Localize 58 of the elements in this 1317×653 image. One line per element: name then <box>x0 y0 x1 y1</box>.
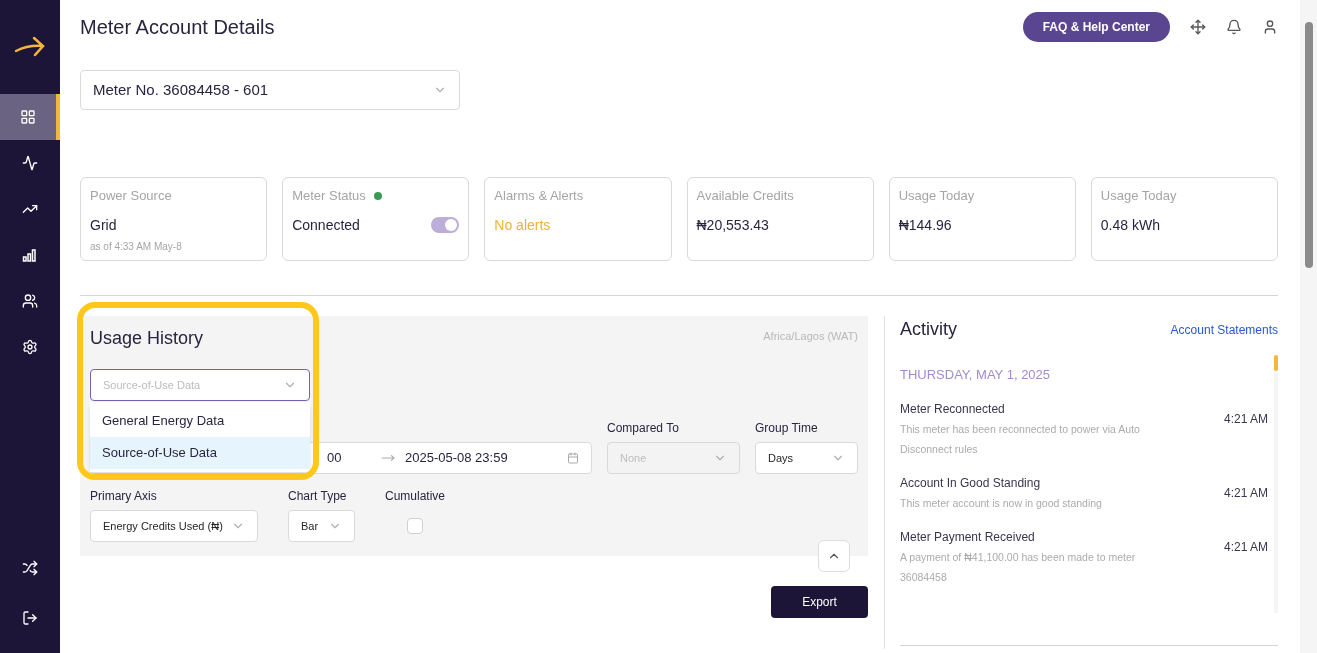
card-label: Available Credits <box>696 187 794 205</box>
calendar-icon <box>567 452 579 464</box>
bell-icon[interactable] <box>1226 19 1242 35</box>
card-label: Meter Status <box>292 187 366 205</box>
help-button[interactable]: FAQ & Help Center <box>1022 12 1170 42</box>
card-label: Usage Today <box>1100 187 1177 205</box>
activity-item-description: This meter has been reconnected to power via Auto Disconnect rules <box>900 421 1141 457</box>
move-icon[interactable] <box>1190 19 1206 35</box>
activity-time: 4:21 AM <box>1223 484 1268 502</box>
activity-item-title: Meter Reconnected <box>900 400 1006 418</box>
section-title: Usage History <box>90 327 204 350</box>
chart-type-select[interactable]: Bar <box>288 510 355 542</box>
users-icon <box>22 293 38 309</box>
field-label: Primary Axis <box>90 488 158 505</box>
card-value: No alerts <box>494 215 551 235</box>
dropdown-option[interactable]: General Energy Data <box>90 405 310 437</box>
card-label: Alarms & Alerts <box>494 187 584 205</box>
card-value: 0.48 kWh <box>1100 215 1160 235</box>
field-label: Compared To <box>607 420 680 437</box>
field-label: Chart Type <box>288 488 348 505</box>
card-value: ₦144.96 <box>898 215 952 235</box>
field-label: Cumulative <box>385 488 446 505</box>
field-label: Group Time <box>755 420 819 437</box>
activity-time: 4:21 AM <box>1223 538 1268 556</box>
grid-icon <box>20 109 36 125</box>
card-label: Usage Today <box>898 187 975 205</box>
activity-time: 4:21 AM <box>1223 410 1268 428</box>
start-date: 00 <box>327 449 343 468</box>
page-scrollbar[interactable] <box>1300 0 1317 653</box>
card-value: Grid <box>90 215 117 235</box>
logout-icon <box>22 610 38 626</box>
toggle-switch[interactable] <box>431 217 460 233</box>
end-date: 2025-05-08 23:59 <box>405 449 509 468</box>
activity-date: THURSDAY, MAY 1, 2025 <box>900 366 1052 384</box>
meter-select[interactable]: Meter No. 36084458 - 601 <box>80 70 460 110</box>
card-value: ₦20,553.43 <box>696 215 769 235</box>
arrow-logo-icon <box>14 35 46 59</box>
export-button[interactable]: Export <box>771 586 868 618</box>
dropdown-option[interactable]: Source-of-Use Data <box>90 437 310 469</box>
timezone-label: Africa/Lagos (WAT) <box>763 329 858 344</box>
primary-axis-select[interactable]: Energy Credits Used (₦) <box>90 510 258 542</box>
cumulative-checkbox[interactable] <box>407 518 423 534</box>
activity-item-title: Account In Good Standing <box>900 474 1042 492</box>
pulse-icon <box>22 155 38 171</box>
activity-item-description: A payment of ₦41,100.00 has been made to meter 36084458 <box>900 549 1137 585</box>
card-label: Power Source <box>90 187 172 205</box>
bar-chart-icon <box>22 247 38 263</box>
card-value: Connected <box>292 215 360 235</box>
group-time-select[interactable]: Days <box>755 442 858 474</box>
activity-item-title: Meter Payment Received <box>900 528 1036 546</box>
settings-icon <box>22 339 38 355</box>
page-title: Meter Account Details <box>80 15 275 40</box>
activity-title: Activity <box>900 318 957 341</box>
account-statements-link[interactable]: Account Statements <box>1170 320 1278 339</box>
shuffle-icon <box>22 560 38 576</box>
user-icon[interactable] <box>1262 19 1278 35</box>
card-note: as of 4:33 AM May-8 <box>90 239 183 254</box>
activity-item-description: This meter account is now in good standing <box>900 495 1103 511</box>
